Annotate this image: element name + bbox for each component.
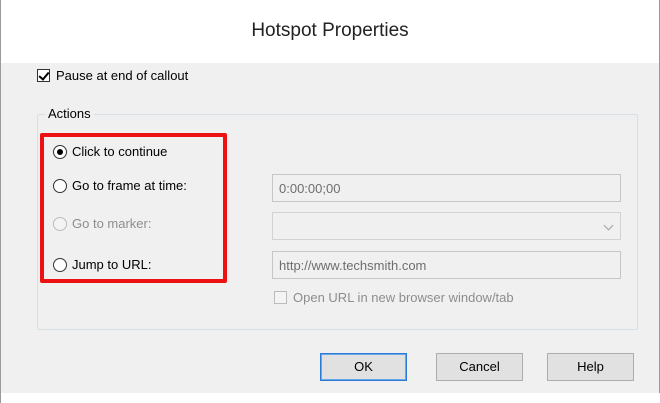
cancel-button[interactable]: Cancel <box>436 353 523 381</box>
dialog-bottom-edge <box>1 393 660 403</box>
dialog-title: Hotspot Properties <box>251 20 409 41</box>
help-button[interactable]: Help <box>547 353 634 381</box>
pause-at-end-checkbox[interactable] <box>37 69 50 82</box>
url-field[interactable]: http://www.techsmith.com <box>272 251 621 279</box>
chevron-down-icon <box>603 220 614 231</box>
annotation-highlight-box <box>40 133 227 283</box>
frame-time-field[interactable]: 0:00:00;00 <box>272 174 621 202</box>
actions-group-legend: Actions <box>45 106 94 121</box>
marker-combo[interactable] <box>272 212 621 240</box>
title-bar[interactable]: Hotspot Properties <box>1 0 659 63</box>
open-new-window-label[interactable]: Open URL in new browser window/tab <box>293 290 514 305</box>
open-new-window-checkbox[interactable] <box>274 291 287 304</box>
ok-button[interactable]: OK <box>320 353 407 381</box>
pause-at-end-label[interactable]: Pause at end of callout <box>56 68 188 83</box>
